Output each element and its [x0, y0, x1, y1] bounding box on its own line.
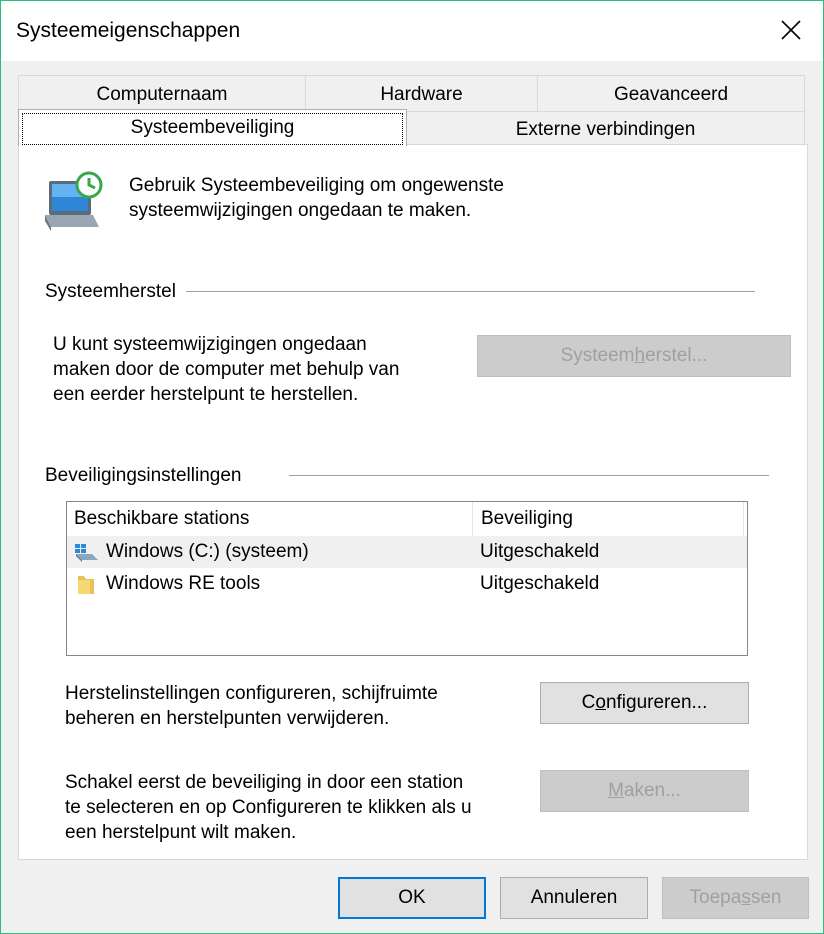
tab-hardware[interactable]: Hardware	[305, 75, 538, 113]
label-part: C	[581, 692, 596, 713]
tab-externe-verbindingen[interactable]: Externe verbindingen	[406, 111, 805, 147]
create-restore-point-button[interactable]: Maken...	[540, 770, 749, 812]
label-part: nfigureren...	[605, 692, 708, 713]
restore-group-title: Systeemherstel	[45, 281, 186, 303]
tab-label: Systeembeveiliging	[130, 117, 295, 138]
create-desc-line: Schakel eerst de beveiliging in door een…	[65, 772, 464, 793]
list-header: Beschikbare stations Beveiliging	[67, 502, 747, 536]
create-description: Schakel eerst de beveiliging in door een…	[65, 770, 472, 845]
window-title: Systeemeigenschappen	[16, 19, 241, 42]
access-key: h	[634, 345, 646, 366]
tab-label: Externe verbindingen	[515, 119, 696, 140]
intro-line: Gebruik Systeembeveiliging om ongewenste	[129, 175, 504, 196]
tab-label: Geavanceerd	[613, 84, 729, 105]
create-desc-line: een herstelpunt wilt maken.	[65, 822, 297, 843]
intro-text: Gebruik Systeembeveiliging om ongewenste…	[129, 173, 504, 223]
restore-desc-line: U kunt systeemwijzigingen ongedaan	[53, 334, 367, 355]
title-bar: Systeemeigenschappen	[1, 1, 823, 61]
ok-button[interactable]: OK	[338, 877, 486, 919]
configure-desc-line: Herstelinstellingen configureren, schijf…	[65, 683, 438, 704]
drive-protection-status: Uitgeschakeld	[480, 541, 600, 562]
button-label: Configureren...	[582, 692, 708, 714]
restore-group-line	[129, 291, 755, 292]
configure-description: Herstelinstellingen configureren, schijf…	[65, 681, 438, 731]
access-key: o	[595, 692, 606, 713]
list-item[interactable]: Windows RE tools Uitgeschakeld	[67, 568, 747, 600]
tab-geavanceerd[interactable]: Geavanceerd	[537, 75, 805, 113]
configure-button[interactable]: Configureren...	[540, 682, 749, 724]
restore-desc-line: een eerder herstelpunt te herstellen.	[53, 384, 359, 405]
tab-computernaam[interactable]: Computernaam	[18, 75, 306, 113]
button-label: Toepassen	[690, 887, 782, 909]
drives-list[interactable]: Beschikbare stations Beveiliging Windows…	[66, 501, 748, 656]
column-header-protection[interactable]: Beveiliging	[474, 502, 744, 536]
protection-group-title: Beveiligingsinstellingen	[45, 465, 252, 487]
configure-desc-line: beheren en herstelpunten verwijderen.	[65, 708, 390, 729]
restore-desc-line: maken door de computer met behulp van	[53, 359, 400, 380]
column-header-drives[interactable]: Beschikbare stations	[67, 502, 473, 536]
cancel-button[interactable]: Annuleren	[500, 877, 648, 919]
intro-line: systeemwijzigingen ongedaan te maken.	[129, 200, 472, 221]
system-restore-button[interactable]: Systeemherstel...	[477, 335, 791, 377]
button-label: Maken...	[608, 780, 681, 802]
label-part: erstel...	[645, 345, 708, 366]
system-properties-window: Systeemeigenschappen Computernaam Hardwa…	[0, 0, 824, 934]
button-label: Annuleren	[530, 887, 618, 908]
tab-systeembeveiliging[interactable]: Systeembeveiliging	[18, 109, 407, 146]
apply-button[interactable]: Toepassen	[662, 877, 809, 919]
close-button[interactable]	[765, 5, 817, 55]
list-item[interactable]: Windows (C:) (systeem) Uitgeschakeld	[67, 536, 747, 568]
button-label: Systeemherstel...	[561, 345, 708, 367]
protection-group-line	[289, 475, 769, 476]
create-desc-line: te selecteren en op Configureren te klik…	[65, 797, 472, 818]
label-part: Toepa	[689, 887, 742, 908]
drive-icon	[75, 544, 98, 562]
close-icon	[781, 20, 801, 40]
access-key: M	[608, 780, 624, 801]
tab-panel-systeembeveiliging: Gebruik Systeembeveiliging om ongewenste…	[18, 144, 808, 860]
folder-icon	[78, 576, 94, 594]
drive-name: Windows RE tools	[106, 573, 261, 594]
system-protection-icon	[45, 171, 103, 231]
access-key: s	[741, 887, 751, 908]
drive-protection-status: Uitgeschakeld	[480, 573, 600, 594]
label-part: sen	[750, 887, 782, 908]
button-label: OK	[398, 887, 426, 908]
label-part: Systeem	[560, 345, 635, 366]
restore-description: U kunt systeemwijzigingen ongedaan maken…	[53, 332, 399, 407]
drive-name: Windows (C:) (systeem)	[106, 541, 309, 562]
label-part: aken...	[623, 780, 681, 801]
